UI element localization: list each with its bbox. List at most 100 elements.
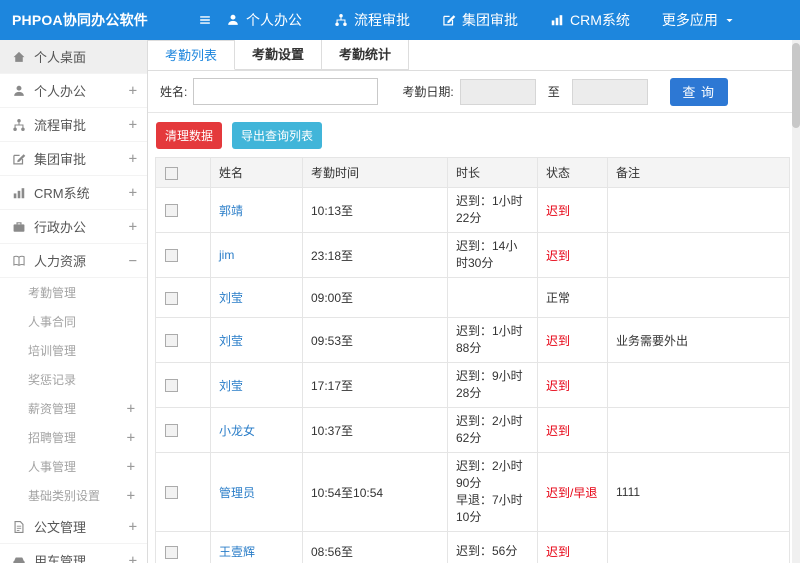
sidebar-item[interactable]: 人力资源 − (0, 244, 147, 278)
expand-toggle[interactable]: + (127, 459, 135, 475)
column-header: 姓名 (210, 157, 303, 188)
expand-toggle[interactable]: + (129, 117, 137, 133)
status-cell: 迟到 (537, 317, 608, 363)
action-bar: 清理数据 导出查询列表 (148, 113, 800, 157)
sidebar-subitem-label: 奖惩记录 (28, 373, 77, 387)
expand-toggle[interactable]: + (129, 553, 137, 563)
nav-item-label: 个人办公 (246, 12, 302, 28)
status-text: 迟到/早退 (546, 485, 598, 500)
employee-name-link[interactable]: 小龙女 (219, 424, 255, 438)
duration-line: 迟到：9小时28分 (456, 369, 523, 400)
sidebar-subitem[interactable]: 培训管理 (0, 336, 147, 365)
table-wrap: 姓名 考勤时间 时长 状态 备注 郭靖 10:13至 迟到：1小时22分 迟到 jim 23:18… (148, 157, 800, 563)
checkbox-cell (155, 407, 211, 453)
table-header-row: 姓名 考勤时间 时长 状态 备注 (155, 157, 790, 188)
status-cell: 迟到 (537, 531, 608, 563)
row-checkbox[interactable] (165, 424, 178, 438)
sidebar-item[interactable]: 用车管理 + (0, 544, 147, 563)
row-checkbox[interactable] (165, 291, 178, 305)
row-checkbox[interactable] (165, 379, 178, 393)
sidebar-subitem[interactable]: 人事管理 + (0, 452, 147, 481)
nav-item[interactable]: 集团审批 (442, 10, 518, 30)
sidebar-subitem[interactable]: 考勤管理 (0, 278, 147, 307)
sidebar-subitem[interactable]: 薪资管理 + (0, 394, 147, 423)
sidebar-item[interactable]: CRM系统 + (0, 176, 147, 210)
export-list-button[interactable]: 导出查询列表 (232, 121, 323, 149)
sidebar-subitem[interactable]: 基础类别设置 + (0, 481, 147, 510)
expand-toggle[interactable]: + (127, 401, 135, 417)
search-button[interactable]: 查 询 (669, 77, 728, 106)
nav-item[interactable]: CRM系统 (550, 10, 630, 30)
name-cell: jim (210, 232, 303, 278)
table-body: 郭靖 10:13至 迟到：1小时22分 迟到 jim 23:18至 迟到：14小时30分 迟到… (155, 187, 790, 563)
duration-cell: 迟到：1小时88分 (447, 317, 538, 363)
date-to-input[interactable] (571, 78, 648, 105)
employee-name-link[interactable]: jim (219, 248, 234, 262)
status-text: 迟到 (546, 248, 571, 263)
menu-button[interactable] (198, 13, 212, 27)
tab[interactable]: 考勤列表 (148, 40, 236, 70)
scrollbar[interactable] (792, 40, 800, 563)
column-header: 时长 (447, 157, 538, 188)
sidebar-item[interactable]: 个人桌面 (0, 40, 147, 74)
employee-name-link[interactable]: 刘莹 (219, 291, 243, 305)
expand-toggle[interactable]: + (129, 185, 137, 201)
sidebar-item-label: 用车管理 (34, 554, 87, 563)
note-cell (607, 232, 790, 278)
sidebar-subitem[interactable]: 人事合同 (0, 307, 147, 336)
expand-toggle[interactable]: − (129, 253, 137, 269)
employee-name-link[interactable]: 刘莹 (219, 334, 243, 348)
employee-name-link[interactable]: 郭靖 (219, 204, 243, 218)
time-cell: 17:17至 (302, 362, 448, 408)
sidebar-item-label: CRM系统 (34, 186, 90, 201)
expand-toggle[interactable]: + (129, 83, 137, 99)
nav-item[interactable]: 更多应用 (662, 10, 735, 30)
name-filter-label: 姓名: (160, 85, 188, 99)
table-row: 郭靖 10:13至 迟到：1小时22分 迟到 (155, 187, 790, 233)
employee-name-link[interactable]: 管理员 (219, 486, 255, 500)
sidebar-item[interactable]: 流程审批 + (0, 108, 147, 142)
sidebar-item[interactable]: 行政办公 + (0, 210, 147, 244)
book-icon (12, 254, 26, 268)
sidebar-subitem[interactable]: 奖惩记录 (0, 365, 147, 394)
sidebar-item[interactable]: 公文管理 + (0, 510, 147, 544)
sidebar-item-label: 公文管理 (34, 520, 87, 535)
name-filter-input[interactable] (193, 78, 379, 105)
sidebar-subitem[interactable]: 招聘管理 + (0, 423, 147, 452)
menu-icon (198, 13, 212, 27)
employee-name-link[interactable]: 刘莹 (219, 379, 243, 393)
tab-bar: 考勤列表 考勤设置 考勤统计 (148, 40, 800, 71)
tab[interactable]: 考勤统计 (322, 40, 410, 70)
date-from-input[interactable] (459, 78, 536, 105)
clean-data-button[interactable]: 清理数据 (156, 121, 223, 149)
row-checkbox[interactable] (165, 204, 178, 218)
name-cell: 小龙女 (210, 407, 303, 453)
expand-toggle[interactable]: + (129, 151, 137, 167)
sidebar-item-label: 个人办公 (34, 84, 87, 99)
time-cell: 10:13至 (302, 187, 448, 233)
nav-item[interactable]: 个人办公 (226, 10, 302, 30)
name-cell: 郭靖 (210, 187, 303, 233)
top-nav: 个人办公 流程审批 集团审批 CRM系统 更多应用 (226, 10, 735, 30)
row-checkbox[interactable] (165, 486, 178, 500)
employee-name-link[interactable]: 王壹辉 (219, 545, 255, 559)
sidebar-item[interactable]: 个人办公 + (0, 74, 147, 108)
name-cell: 刘莹 (210, 362, 303, 408)
table-row: 刘莹 09:53至 迟到：1小时88分 迟到 业务需要外出 (155, 317, 790, 363)
row-checkbox[interactable] (165, 334, 178, 348)
expand-toggle[interactable]: + (127, 430, 135, 446)
tab[interactable]: 考勤设置 (235, 40, 323, 70)
sidebar-subitem-label: 人事合同 (28, 315, 77, 329)
flow-icon (334, 13, 348, 27)
sidebar-item[interactable]: 集团审批 + (0, 142, 147, 176)
select-all-checkbox[interactable] (165, 166, 178, 180)
expand-toggle[interactable]: + (129, 519, 137, 535)
row-checkbox[interactable] (165, 249, 178, 263)
expand-toggle[interactable]: + (129, 219, 137, 235)
edit-icon (442, 13, 456, 27)
row-checkbox[interactable] (165, 545, 178, 559)
expand-toggle[interactable]: + (127, 488, 135, 504)
nav-item[interactable]: 流程审批 (334, 10, 410, 30)
note-cell: 1111 (607, 452, 790, 532)
scrollbar-thumb[interactable] (792, 43, 800, 128)
